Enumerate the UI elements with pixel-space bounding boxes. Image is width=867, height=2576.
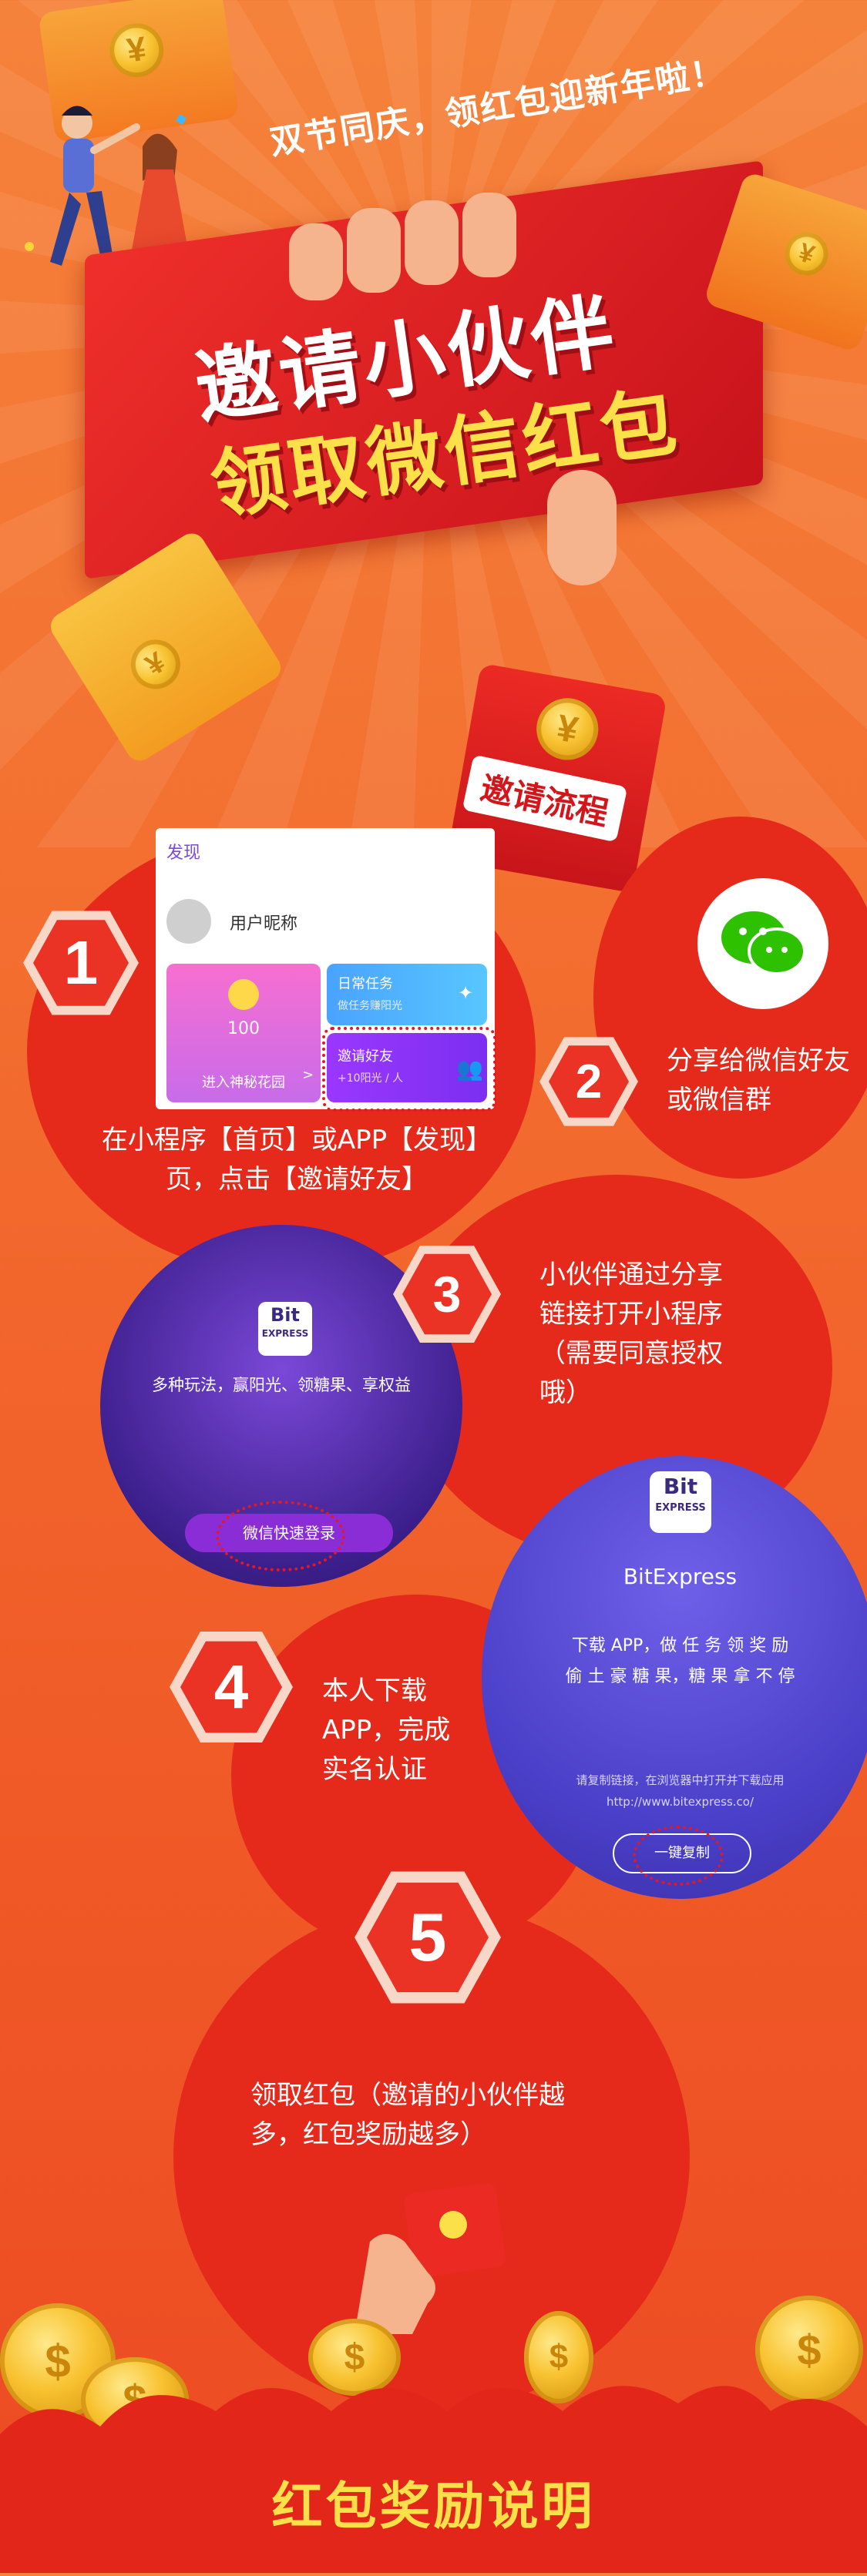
daily-sub: 做任务赚阳光 <box>338 1000 402 1012</box>
footer-title: 红包奖励说明 <box>271 2477 596 2536</box>
discover-tab: 发现 <box>166 844 201 863</box>
hand-red-envelope-illustration <box>339 2180 524 2334</box>
download-url[interactable]: http://www.bitexpress.co/ <box>482 1795 867 1809</box>
step1-screen: 发现 用户昵称 100 进入神秘花园 > 日常任务 做任务赚阳光 ✦ 邀请好友 … <box>156 828 496 1112</box>
step5-number: 5 <box>367 1882 489 1993</box>
yuan-coin-icon: ¥ <box>531 693 603 765</box>
step4-text: 本人下载APP，完成实名认证 <box>322 1675 451 1785</box>
login-highlight-ring <box>216 1501 345 1571</box>
step1-text: 在小程序【首页】或APP【发现】页，点击【邀请好友】 <box>101 1125 492 1195</box>
step4-line2: 偷 土 豪 糖 果，糖 果 拿 不 停 <box>565 1667 795 1686</box>
step5-text: 领取红包（邀请的小伙伴越多，红包奖励越多） <box>250 2080 565 2150</box>
sun-icon <box>228 979 259 1010</box>
step1-number: 1 <box>33 920 129 1006</box>
step3-text: 小伙伴通过分享链接打开小程序（需要同意授权哦） <box>539 1259 723 1408</box>
daily-title: 日常任务 <box>338 976 393 992</box>
avatar <box>166 899 211 944</box>
yuan-coin-icon: ¥ <box>779 226 834 281</box>
step3-slogan: 多种玩法，赢阳光、领糖果、享权益 <box>152 1376 411 1394</box>
sun-value: 100 <box>227 1019 260 1038</box>
bitexpress-logo-icon: Bit EXPRESS <box>650 1471 711 1533</box>
step4-screen: Bit EXPRESS BitExpress 下载 APP，做 任 务 领 奖 … <box>482 1456 867 1899</box>
garden-tile: 100 进入神秘花园 <box>166 964 321 1102</box>
garden-label: 进入神秘花园 <box>202 1075 285 1091</box>
bitexpress-logo-icon: Bit EXPRESS <box>258 1302 312 1356</box>
yuan-coin-icon: ¥ <box>121 630 190 699</box>
sparkle-icon: ✦ <box>458 982 474 1004</box>
step4-number: 4 <box>180 1641 282 1733</box>
daily-task-tile[interactable]: 日常任务 做任务赚阳光 ✦ <box>327 964 487 1025</box>
thumb-illustration <box>532 462 640 593</box>
step4-line1: 下载 APP，做 任 务 领 奖 励 <box>571 1636 789 1655</box>
copy-highlight-ring <box>633 1826 724 1886</box>
invite-highlight-ring <box>322 1027 496 1112</box>
step2-text: 分享给微信好友或微信群 <box>667 1045 850 1115</box>
wechat-icon <box>697 878 828 1009</box>
brand-name: BitExpress <box>623 1564 738 1589</box>
step3-number: 3 <box>402 1253 492 1335</box>
garden-arrow: > <box>302 1067 314 1083</box>
download-hint: 请复制链接，在浏览器中打开并下载应用 <box>576 1773 785 1787</box>
nickname: 用户昵称 <box>230 914 298 934</box>
yuan-coin-icon: ¥ <box>106 19 167 81</box>
step2-number: 2 <box>549 1045 629 1118</box>
